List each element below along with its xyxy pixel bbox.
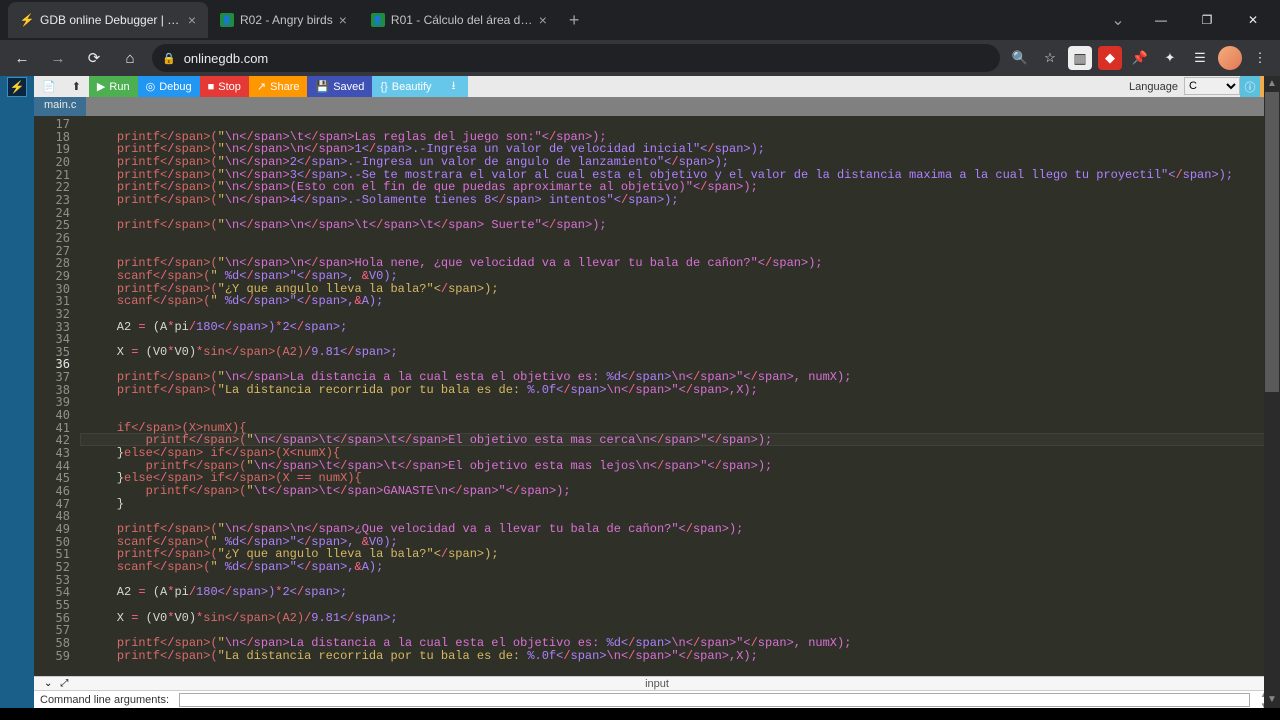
classroom-icon: 👤 bbox=[220, 13, 234, 27]
extension-icons: 🔍 ☆ ▥ ◆ 📌 ✦ ☰ ⋮ bbox=[1008, 46, 1272, 70]
maximize-button[interactable]: ❐ bbox=[1186, 5, 1228, 35]
cmdline-label: Command line arguments: bbox=[40, 694, 169, 706]
address-bar: ← → ⟳ ⌂ 🔒 onlinegdb.com 🔍 ☆ ▥ ◆ 📌 ✦ ☰ ⋮ bbox=[0, 40, 1280, 76]
tab-title: GDB online Debugger | Compiler bbox=[40, 13, 182, 27]
window-controls: ⌄ ― ❐ ✕ bbox=[1100, 5, 1280, 35]
extensions-icon[interactable]: ✦ bbox=[1158, 46, 1182, 70]
classroom-icon: 👤 bbox=[371, 13, 385, 27]
share-button[interactable]: ↗ Share bbox=[249, 76, 308, 97]
download-icon: ⭳ bbox=[452, 77, 456, 96]
url-text: onlinegdb.com bbox=[184, 51, 269, 66]
scroll-down-icon[interactable]: ▼ bbox=[1264, 692, 1280, 708]
panel-title: input bbox=[645, 678, 669, 690]
app-frame: ⚡ 📄 ⬆ ▶ Run ◎Debug ■Stop ↗ Share 💾 Saved {}… bbox=[0, 76, 1280, 708]
browser-tab-2[interactable]: 👤 R01 - Cálculo del área de un pol × bbox=[359, 2, 559, 38]
save-button[interactable]: 💾 Saved bbox=[307, 76, 372, 97]
adblock-extension-icon[interactable]: ◆ bbox=[1098, 46, 1122, 70]
app-logo-icon[interactable]: ⚡ bbox=[7, 77, 27, 97]
tab-strip: ⚡ GDB online Debugger | Compiler × 👤 R02… bbox=[8, 2, 1100, 38]
share-icon: ↗ bbox=[257, 80, 266, 93]
new-tab-button[interactable]: + bbox=[559, 2, 590, 38]
cmdline-row: Command line arguments: ▲▼ bbox=[34, 690, 1280, 708]
saved-label: Saved bbox=[333, 81, 364, 93]
close-button[interactable]: ✕ bbox=[1232, 5, 1274, 35]
stop-label: Stop bbox=[218, 81, 241, 93]
reload-button[interactable]: ⟳ bbox=[80, 44, 108, 72]
tab-title: R02 - Angry birds bbox=[240, 13, 333, 27]
stop-icon: ■ bbox=[208, 81, 215, 93]
code-content[interactable]: printf</span>("\n</span>\t</span>Las reg… bbox=[80, 116, 1280, 676]
close-icon[interactable]: × bbox=[539, 12, 547, 28]
language-label: Language bbox=[1123, 76, 1184, 97]
kebab-menu-icon[interactable]: ⋮ bbox=[1248, 46, 1272, 70]
target-icon: ◎ bbox=[146, 80, 156, 93]
bookmark-icon[interactable]: ☆ bbox=[1038, 46, 1062, 70]
file-tab-strip: main.c bbox=[34, 97, 1280, 116]
save-icon: 💾 bbox=[315, 80, 329, 93]
lock-icon: 🔒 bbox=[162, 52, 176, 65]
line-gutter: 1718192021222324252627282930313233343536… bbox=[34, 116, 80, 676]
page-scrollbar: ▲ ▼ bbox=[1264, 76, 1280, 708]
upload-button[interactable]: ⬆ bbox=[64, 76, 89, 97]
minimize-button[interactable]: ― bbox=[1140, 5, 1182, 35]
browser-titlebar: ⚡ GDB online Debugger | Compiler × 👤 R02… bbox=[0, 0, 1280, 40]
forward-button[interactable]: → bbox=[44, 44, 72, 72]
profile-avatar[interactable] bbox=[1218, 46, 1242, 70]
bolt-icon: ⚡ bbox=[20, 13, 34, 27]
debug-button[interactable]: ◎Debug bbox=[138, 76, 200, 97]
expand-icon[interactable]: ⤢ bbox=[56, 678, 72, 689]
cmdline-input[interactable] bbox=[179, 693, 1250, 707]
app-toolbar: ⚡ 📄 ⬆ ▶ Run ◎Debug ■Stop ↗ Share 💾 Saved {}… bbox=[0, 76, 1280, 97]
run-label: Run bbox=[109, 81, 129, 93]
calendar-extension-icon[interactable]: ▥ bbox=[1068, 46, 1092, 70]
stop-button[interactable]: ■Stop bbox=[200, 76, 249, 97]
browser-tab-0[interactable]: ⚡ GDB online Debugger | Compiler × bbox=[8, 2, 208, 38]
browser-tab-1[interactable]: 👤 R02 - Angry birds × bbox=[208, 2, 359, 38]
pin-extension-icon[interactable]: 📌 bbox=[1128, 46, 1152, 70]
share-label: Share bbox=[270, 81, 299, 93]
run-button[interactable]: ▶ Run bbox=[89, 76, 138, 97]
code-editor[interactable]: 1718192021222324252627282930313233343536… bbox=[34, 116, 1280, 676]
chevron-down-icon[interactable]: ⌄ bbox=[40, 678, 56, 689]
left-rail bbox=[0, 97, 34, 708]
beautify-label: Beautify bbox=[392, 81, 432, 93]
file-icon: 📄 bbox=[42, 80, 56, 93]
braces-icon: {} bbox=[380, 81, 387, 93]
input-panel-header[interactable]: ⌄ ⤢ input bbox=[34, 676, 1280, 690]
close-icon[interactable]: × bbox=[188, 12, 196, 28]
play-icon: ▶ bbox=[97, 80, 105, 93]
debug-label: Debug bbox=[159, 81, 191, 93]
reading-list-icon[interactable]: ☰ bbox=[1188, 46, 1212, 70]
close-icon[interactable]: × bbox=[339, 12, 347, 28]
chevron-down-icon[interactable]: ⌄ bbox=[1100, 10, 1136, 30]
file-tab-main[interactable]: main.c bbox=[34, 97, 86, 116]
tab-title: R01 - Cálculo del área de un pol bbox=[391, 13, 533, 27]
home-button[interactable]: ⌂ bbox=[116, 44, 144, 72]
download-button[interactable]: ⭳ bbox=[440, 76, 468, 97]
zoom-icon[interactable]: 🔍 bbox=[1008, 46, 1032, 70]
info-button[interactable]: ⓘ bbox=[1240, 76, 1260, 97]
beautify-button[interactable]: {} Beautify bbox=[372, 76, 439, 97]
url-bar[interactable]: 🔒 onlinegdb.com bbox=[152, 44, 1000, 72]
upload-icon: ⬆ bbox=[72, 80, 81, 93]
page-scrollbar-thumb[interactable] bbox=[1265, 92, 1279, 392]
language-select[interactable]: C bbox=[1184, 77, 1240, 95]
new-file-button[interactable]: 📄 bbox=[34, 76, 64, 97]
scroll-up-icon[interactable]: ▲ bbox=[1264, 76, 1280, 92]
back-button[interactable]: ← bbox=[8, 44, 36, 72]
